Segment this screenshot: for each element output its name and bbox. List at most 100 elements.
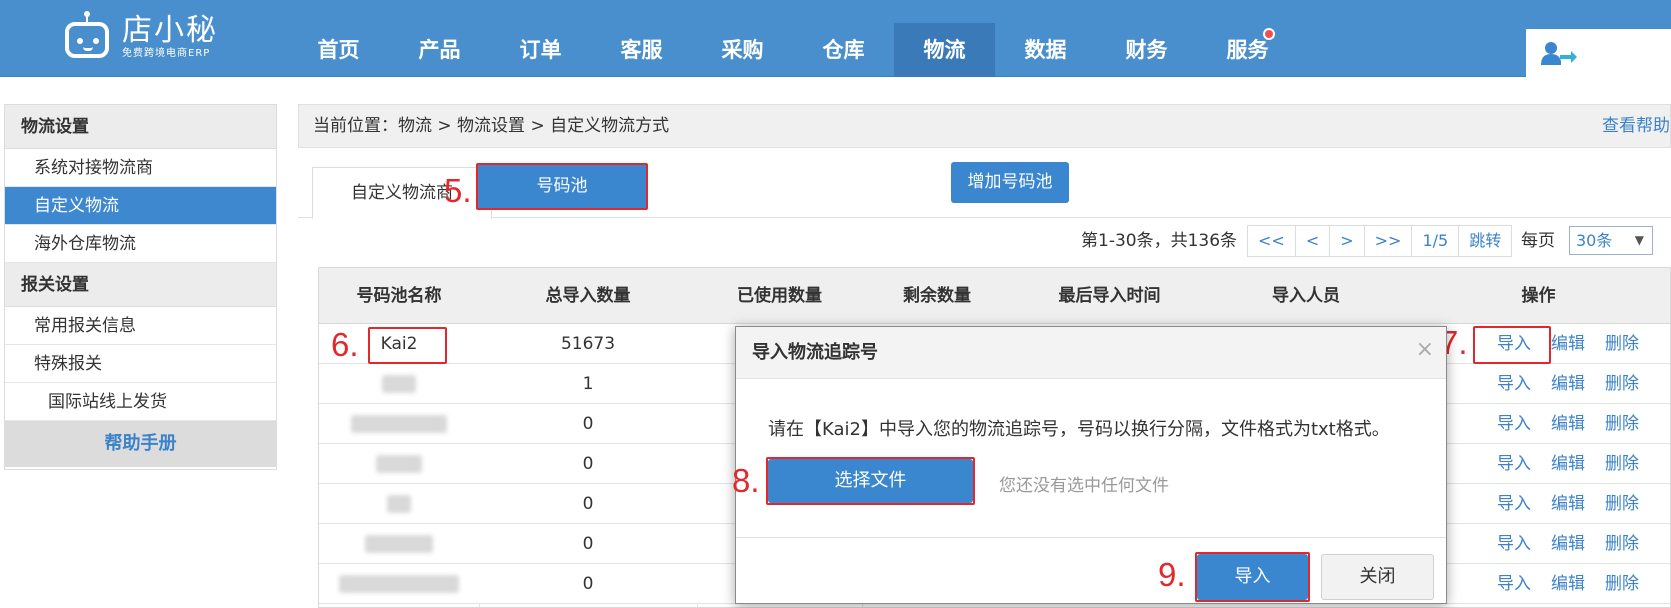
import-link[interactable]: 导入 bbox=[1497, 364, 1531, 404]
delete-link[interactable]: 删除 bbox=[1605, 484, 1639, 524]
sidebar-help-manual[interactable]: 帮助手册 bbox=[5, 421, 276, 467]
no-file-selected-text: 您还没有选中任何文件 bbox=[999, 476, 1169, 496]
user-switch-icon bbox=[1541, 42, 1577, 65]
nav-item-products[interactable]: 产品 bbox=[389, 23, 490, 77]
cell-total: 51673 bbox=[560, 334, 616, 354]
brand-name: 店小秘 bbox=[122, 13, 218, 48]
sidebar-item-special-customs[interactable]: 特殊报关 bbox=[5, 345, 276, 383]
step-8-highlight bbox=[766, 457, 975, 505]
step-5-highlight bbox=[476, 163, 648, 210]
brand-sub: 免费跨境电商ERP bbox=[122, 48, 211, 59]
nav-item-data[interactable]: 数据 bbox=[995, 23, 1096, 77]
per-page-value: 30条 bbox=[1576, 231, 1613, 250]
modal-footer-divider bbox=[736, 537, 1446, 538]
per-page-select[interactable]: 30条 ▼ bbox=[1569, 226, 1653, 255]
th-actions: 操作 bbox=[1521, 286, 1556, 306]
sidebar-item-common-customs[interactable]: 常用报关信息 bbox=[5, 307, 276, 345]
pagination-buttons: << < > >> 1/5 跳转 bbox=[1247, 225, 1513, 257]
edit-link[interactable]: 编辑 bbox=[1551, 524, 1585, 564]
delete-link[interactable]: 删除 bbox=[1605, 524, 1639, 564]
nav-item-finance[interactable]: 财务 bbox=[1096, 23, 1197, 77]
next-page-button[interactable]: > bbox=[1329, 225, 1365, 257]
last-page-button[interactable]: >> bbox=[1363, 225, 1413, 257]
user-menu[interactable] bbox=[1526, 29, 1671, 77]
notification-dot bbox=[1263, 28, 1275, 40]
edit-link[interactable]: 编辑 bbox=[1551, 364, 1585, 404]
th-used: 已使用数量 bbox=[737, 286, 822, 306]
first-page-button[interactable]: << bbox=[1247, 225, 1296, 257]
step-7-highlight bbox=[1473, 326, 1551, 364]
nav-item-home[interactable]: 首页 bbox=[288, 23, 389, 77]
import-link[interactable]: 导入 bbox=[1497, 404, 1531, 444]
main-nav: 首页 产品 订单 客服 采购 仓库 物流 数据 财务 服务 bbox=[288, 23, 1298, 77]
top-navbar: 店小秘 免费跨境电商ERP 首页 产品 订单 客服 采购 仓库 物流 数据 财务… bbox=[0, 0, 1671, 77]
cell-pool-name-redacted bbox=[319, 364, 479, 404]
nav-item-purchasing[interactable]: 采购 bbox=[692, 23, 793, 77]
cell-pool-name-redacted bbox=[319, 564, 479, 604]
step-9-highlight bbox=[1195, 552, 1310, 602]
per-page-label: 每页 bbox=[1521, 231, 1555, 251]
import-link[interactable]: 导入 bbox=[1497, 524, 1531, 564]
cell-pool-name-redacted bbox=[319, 524, 479, 564]
nav-item-customer-service[interactable]: 客服 bbox=[591, 23, 692, 77]
step-5-label: 5. bbox=[444, 172, 472, 209]
sidebar-item-intl-online-shipping[interactable]: 国际站线上发货 bbox=[5, 383, 276, 421]
edit-link[interactable]: 编辑 bbox=[1551, 484, 1585, 524]
step-8-label: 8. bbox=[732, 462, 760, 499]
tabs-row: 自定义物流商 5. 号码池 增加号码池 bbox=[298, 162, 1671, 219]
import-link[interactable]: 导入 bbox=[1497, 444, 1531, 484]
nav-item-orders[interactable]: 订单 bbox=[490, 23, 591, 77]
delete-link[interactable]: 删除 bbox=[1605, 364, 1639, 404]
cell-total: 0 bbox=[582, 414, 594, 434]
cell-total: 0 bbox=[582, 454, 594, 474]
edit-link[interactable]: 编辑 bbox=[1551, 324, 1585, 364]
breadcrumb-text: 当前位置：物流 > 物流设置 > 自定义物流方式 bbox=[313, 116, 670, 136]
sidebar-section-logistics-settings: 物流设置 bbox=[5, 105, 276, 149]
nav-item-warehouse[interactable]: 仓库 bbox=[793, 23, 894, 77]
import-tracking-modal: 导入物流追踪号 × 请在【Kai2】中导入您的物流追踪号，号码以换行分隔，文件格… bbox=[735, 326, 1447, 604]
prev-page-button[interactable]: < bbox=[1294, 225, 1331, 257]
th-total-imported: 总导入数量 bbox=[545, 286, 631, 306]
edit-link[interactable]: 编辑 bbox=[1551, 404, 1585, 444]
add-number-pool-button[interactable]: 增加号码池 bbox=[951, 162, 1069, 203]
cell-pool-name-redacted bbox=[319, 444, 479, 484]
delete-link[interactable]: 删除 bbox=[1605, 444, 1639, 484]
delete-link[interactable]: 删除 bbox=[1605, 404, 1639, 444]
sidebar-item-system-carriers[interactable]: 系统对接物流商 bbox=[5, 149, 276, 187]
breadcrumb: 当前位置：物流 > 物流设置 > 自定义物流方式 查看帮助 bbox=[298, 104, 1671, 148]
modal-close-button[interactable]: 关闭 bbox=[1321, 554, 1434, 600]
th-importer: 导入人员 bbox=[1272, 286, 1340, 306]
cell-total: 0 bbox=[582, 534, 594, 554]
nav-item-logistics[interactable]: 物流 bbox=[894, 23, 995, 77]
sidebar-item-overseas-warehouse[interactable]: 海外仓库物流 bbox=[5, 225, 276, 263]
th-last-import-time: 最后导入时间 bbox=[1058, 286, 1161, 306]
cell-total: 0 bbox=[582, 494, 594, 514]
delete-link[interactable]: 删除 bbox=[1605, 564, 1639, 604]
modal-message: 请在【Kai2】中导入您的物流追踪号，号码以换行分隔，文件格式为txt格式。 bbox=[768, 419, 1390, 440]
table-header: 号码池名称 总导入数量 已使用数量 剩余数量 最后导入时间 导入人员 操作 bbox=[319, 268, 1670, 324]
sidebar: 物流设置 系统对接物流商 自定义物流 海外仓库物流 报关设置 常用报关信息 特殊… bbox=[4, 104, 277, 470]
page-indicator[interactable]: 1/5 bbox=[1411, 225, 1460, 257]
import-link[interactable]: 导入 bbox=[1497, 484, 1531, 524]
close-icon[interactable]: × bbox=[1416, 337, 1434, 362]
sidebar-item-custom-logistics[interactable]: 自定义物流 bbox=[5, 187, 276, 225]
modal-title: 导入物流追踪号 bbox=[752, 342, 878, 363]
import-link[interactable]: 导入 bbox=[1497, 564, 1531, 604]
app-window: { "brand": {"name": "店小秘", "sub": "免费跨境电… bbox=[0, 0, 1671, 608]
edit-link[interactable]: 编辑 bbox=[1551, 444, 1585, 484]
cell-total: 0 bbox=[582, 574, 594, 594]
nav-item-services[interactable]: 服务 bbox=[1197, 23, 1298, 77]
edit-link[interactable]: 编辑 bbox=[1551, 564, 1585, 604]
chevron-down-icon: ▼ bbox=[1634, 233, 1644, 247]
step-6-label: 6. bbox=[331, 326, 359, 363]
robot-logo-icon bbox=[62, 11, 112, 63]
delete-link[interactable]: 删除 bbox=[1605, 324, 1639, 364]
nav-item-services-label: 服务 bbox=[1226, 38, 1269, 62]
view-help-link[interactable]: 查看帮助 bbox=[1602, 105, 1670, 147]
logo[interactable]: 店小秘 免费跨境电商ERP bbox=[62, 4, 218, 70]
sidebar-section-customs-settings: 报关设置 bbox=[5, 263, 276, 307]
step-9-label: 9. bbox=[1158, 556, 1186, 593]
jump-page-button[interactable]: 跳转 bbox=[1458, 225, 1513, 257]
th-pool-name: 号码池名称 bbox=[356, 286, 442, 306]
pagination-info: 第1-30条，共136条 bbox=[1081, 231, 1238, 251]
